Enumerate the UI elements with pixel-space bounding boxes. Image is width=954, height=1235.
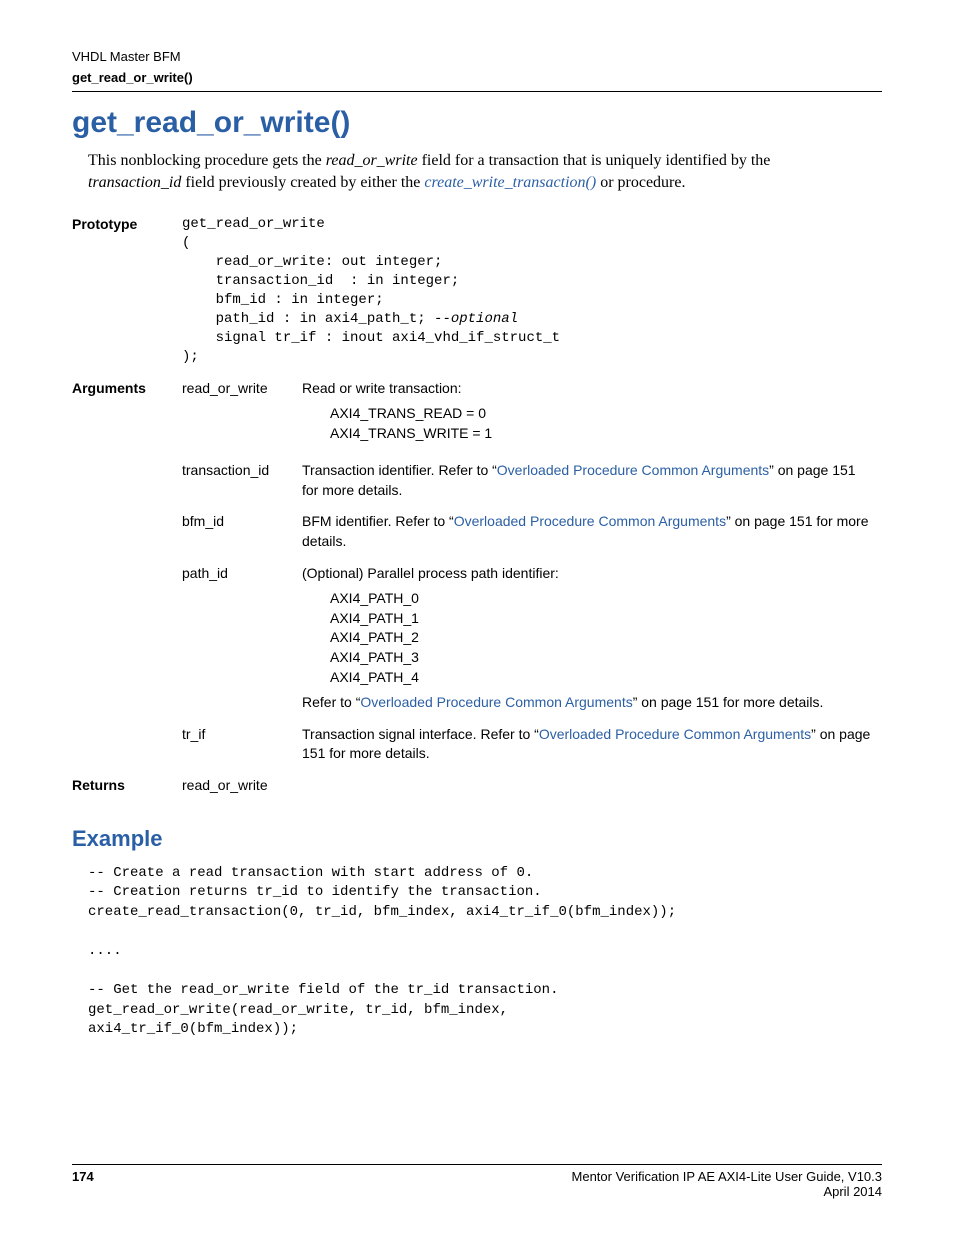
arg-name-readwrite: read_or_write xyxy=(182,375,302,458)
arg-bfm-pre: BFM identifier. Refer to “ xyxy=(302,513,454,529)
proto-l4: transaction_id : in integer; xyxy=(182,273,459,289)
arg-path-ref-post: ” on page 151 for more details. xyxy=(633,694,824,710)
page-number: 174 xyxy=(72,1169,94,1199)
footer-guide: Mentor Verification IP AE AXI4-Lite User… xyxy=(572,1169,882,1184)
arg-tid-pre: Transaction identifier. Refer to “ xyxy=(302,462,497,478)
proto-l2: ( xyxy=(182,235,190,251)
arg-row-bfmid: bfm_id BFM identifier. Refer to “Overloa… xyxy=(72,508,882,559)
arg-bfm-link[interactable]: Overloaded Procedure Common Arguments xyxy=(454,513,726,529)
running-header-line2: get_read_or_write() xyxy=(72,70,882,85)
axi4-path-2: AXI4_PATH_2 xyxy=(330,628,874,648)
arg-desc-readwrite: Read or write transaction: xyxy=(302,379,874,399)
intro-field-name: read_or_write xyxy=(326,152,418,169)
axi4-path-1: AXI4_PATH_1 xyxy=(330,609,874,629)
running-header-line1: VHDL Master BFM xyxy=(72,48,882,66)
arg-name-bfmid: bfm_id xyxy=(182,508,302,559)
proto-l1: get_read_or_write xyxy=(182,216,325,232)
axi4-path-3: AXI4_PATH_3 xyxy=(330,648,874,668)
intro-text-tail: or procedure. xyxy=(596,174,685,191)
footer-rule xyxy=(72,1164,882,1165)
proto-l5: bfm_id : in integer; xyxy=(182,292,384,308)
arg-trif-pre: Transaction signal interface. Refer to “ xyxy=(302,726,539,742)
label-prototype: Prototype xyxy=(72,211,182,374)
spec-table: Prototype get_read_or_write ( read_or_wr… xyxy=(72,211,882,803)
intro-text-mid: field for a transaction that is uniquely… xyxy=(418,152,771,169)
proto-l3: read_or_write: out integer; xyxy=(182,254,442,270)
header-rule xyxy=(72,91,882,92)
intro-text-pre: This nonblocking procedure gets the xyxy=(88,152,326,169)
arg-row-readwrite: Arguments read_or_write Read or write tr… xyxy=(72,375,882,458)
example-code: -- Create a read transaction with start … xyxy=(88,864,882,1040)
example-heading: Example xyxy=(72,826,882,852)
returns-value: read_or_write xyxy=(182,772,302,804)
footer-date: April 2014 xyxy=(572,1184,882,1199)
axi4-path-4: AXI4_PATH_4 xyxy=(330,668,874,688)
footer: 174 Mentor Verification IP AE AXI4-Lite … xyxy=(72,1164,882,1199)
page-title: get_read_or_write() xyxy=(72,106,882,140)
prototype-row: Prototype get_read_or_write ( read_or_wr… xyxy=(72,211,882,374)
returns-row: Returns read_or_write xyxy=(72,772,882,804)
arg-tid-link[interactable]: Overloaded Procedure Common Arguments xyxy=(497,462,769,478)
axi4-trans-write: AXI4_TRANS_WRITE = 1 xyxy=(330,424,874,444)
label-returns: Returns xyxy=(72,772,182,804)
arg-path-ref-pre: Refer to “ xyxy=(302,694,360,710)
arg-trif-link[interactable]: Overloaded Procedure Common Arguments xyxy=(539,726,811,742)
arg-row-pathid: path_id (Optional) Parallel process path… xyxy=(72,560,882,721)
arg-name-trif: tr_if xyxy=(182,721,302,772)
arg-path-desc: (Optional) Parallel process path identif… xyxy=(302,564,874,584)
proto-l8: ); xyxy=(182,349,199,365)
arg-path-ref-link[interactable]: Overloaded Procedure Common Arguments xyxy=(360,694,632,710)
arg-row-transactionid: transaction_id Transaction identifier. R… xyxy=(72,457,882,508)
intro-paragraph: This nonblocking procedure gets the read… xyxy=(88,150,848,193)
prototype-code: get_read_or_write ( read_or_write: out i… xyxy=(182,215,874,366)
intro-tid-name: transaction_id xyxy=(88,174,181,191)
arg-row-trif: tr_if Transaction signal interface. Refe… xyxy=(72,721,882,772)
intro-text-post: field previously created by either the xyxy=(181,174,424,191)
proto-l6b: --optional xyxy=(434,311,518,327)
arg-name-pathid: path_id xyxy=(182,560,302,721)
proto-l7: signal tr_if : inout axi4_vhd_if_struct_… xyxy=(182,330,560,346)
axi4-trans-read: AXI4_TRANS_READ = 0 xyxy=(330,404,874,424)
arg-name-transactionid: transaction_id xyxy=(182,457,302,508)
create-write-transaction-link[interactable]: create_write_transaction() xyxy=(424,174,596,191)
axi4-path-0: AXI4_PATH_0 xyxy=(330,589,874,609)
proto-l6a: path_id : in axi4_path_t; xyxy=(182,311,434,327)
label-arguments: Arguments xyxy=(72,375,182,458)
